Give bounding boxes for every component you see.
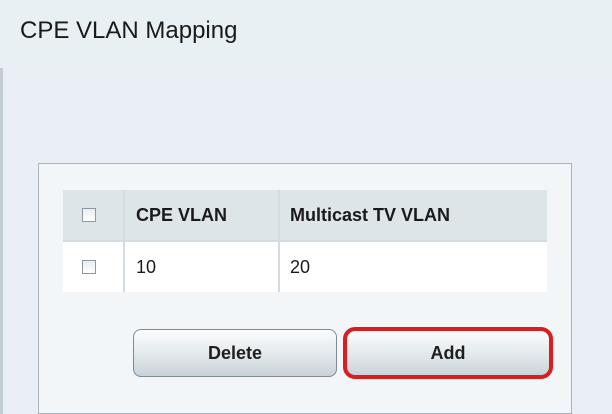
table-cell-cpe-vlan: 10	[123, 242, 278, 292]
vlan-mapping-table: CPE VLAN Multicast TV VLAN 10 20	[63, 190, 547, 292]
header-multicast-tv-vlan: Multicast TV VLAN	[278, 190, 547, 240]
table-row-select-cell	[63, 242, 123, 292]
select-all-checkbox[interactable]	[82, 208, 96, 222]
table-cell-multicast-tv-vlan: 20	[278, 242, 547, 292]
delete-button[interactable]: Delete	[133, 329, 337, 377]
select-all-cell	[63, 190, 123, 240]
header-multicast-tv-vlan-label: Multicast TV VLAN	[290, 204, 451, 225]
page-title: CPE VLAN Mapping	[20, 17, 238, 44]
header-cpe-vlan: CPE VLAN	[123, 190, 278, 240]
cpe-vlan-value: 10	[136, 256, 157, 277]
row-divider	[63, 240, 547, 242]
add-button[interactable]: Add	[345, 329, 551, 377]
page-header: CPE VLAN Mapping	[0, 0, 612, 68]
row-checkbox[interactable]	[82, 260, 96, 274]
multicast-tv-vlan-value: 20	[290, 256, 311, 277]
header-cpe-vlan-label: CPE VLAN	[136, 204, 228, 225]
